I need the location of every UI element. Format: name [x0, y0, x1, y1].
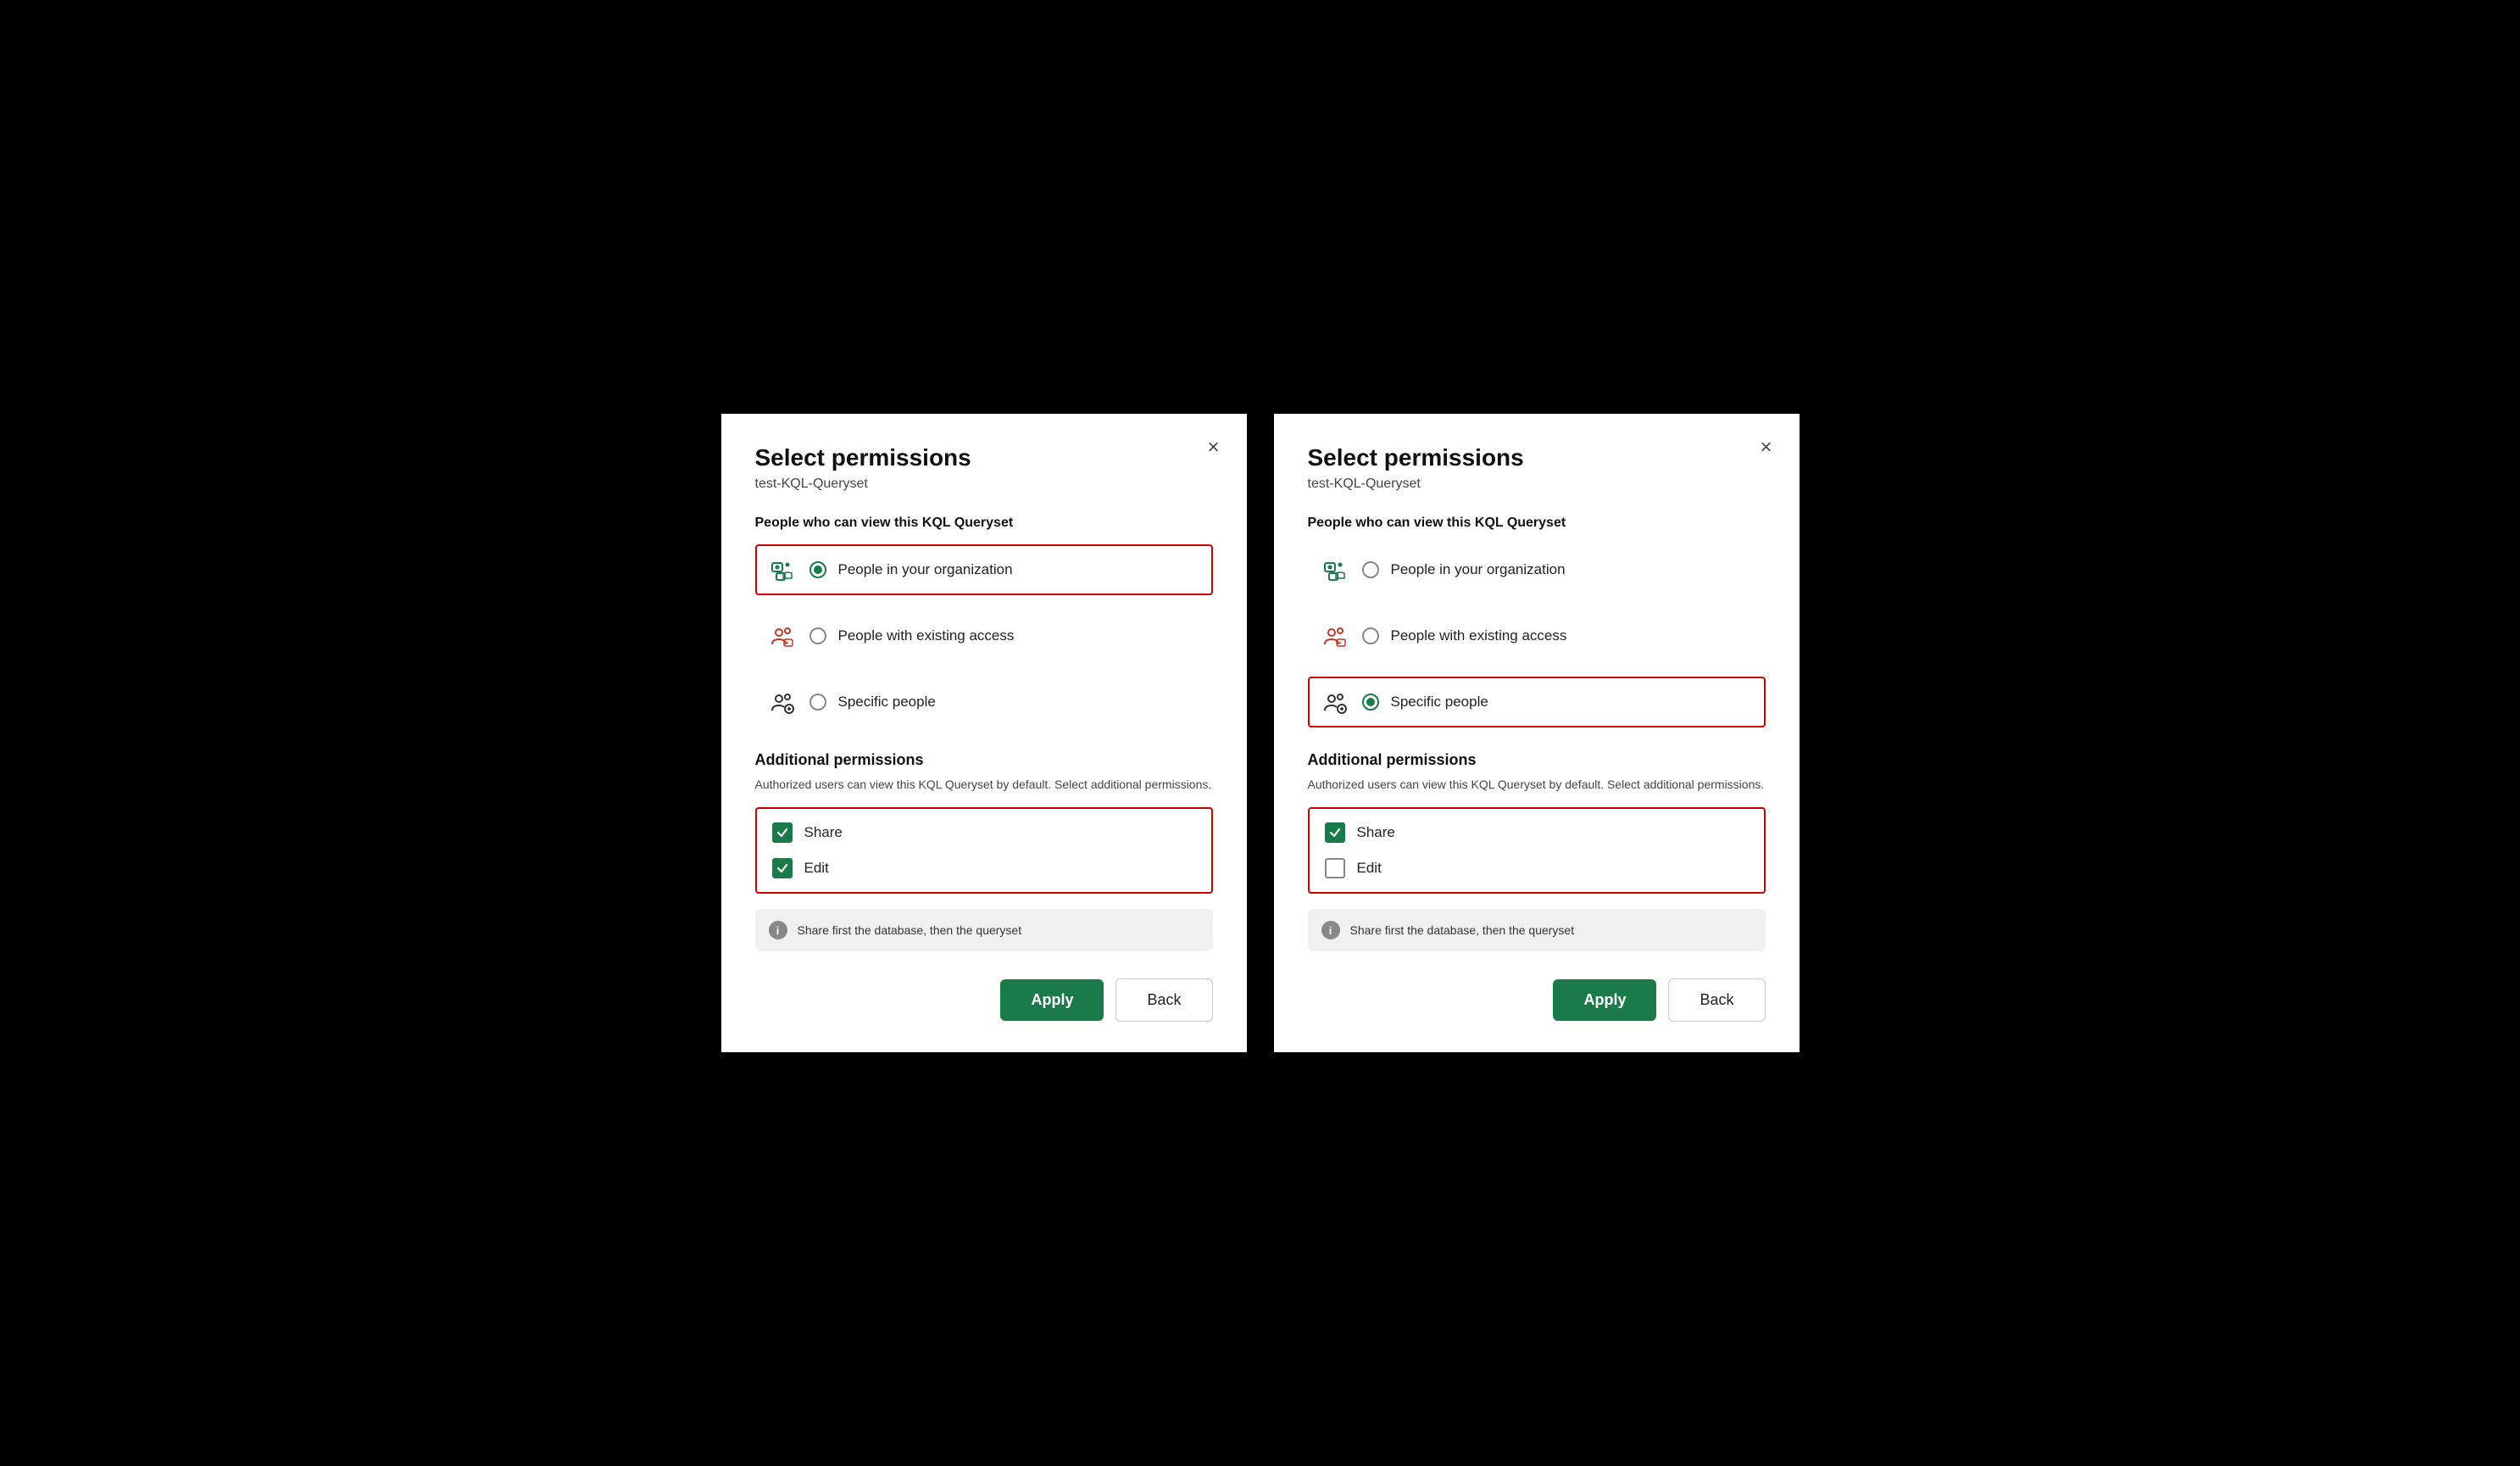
button-row-right: Apply Back: [1308, 978, 1766, 1022]
additional-title-right: Additional permissions: [1308, 751, 1766, 769]
option-specific-left[interactable]: Specific people: [755, 677, 1213, 727]
specific-icon-left: [767, 687, 798, 717]
checkbox-share-left[interactable]: Share: [772, 822, 1196, 843]
view-section-label-left: People who can view this KQL Queryset: [755, 516, 1213, 531]
checkbox-edit-left[interactable]: Edit: [772, 858, 1196, 878]
checkbox-share-label-left: Share: [804, 824, 843, 841]
back-button-left[interactable]: Back: [1115, 978, 1212, 1022]
apply-button-left[interactable]: Apply: [1000, 979, 1104, 1021]
info-icon-right: i: [1321, 921, 1340, 939]
view-section-label-right: People who can view this KQL Queryset: [1308, 516, 1766, 531]
info-text-left: Share first the database, then the query…: [798, 923, 1022, 937]
specific-icon-right: [1320, 687, 1350, 717]
existing-icon-right: [1320, 621, 1350, 651]
close-button-left[interactable]: ×: [1207, 438, 1219, 458]
radio-org-left[interactable]: [809, 561, 826, 578]
radio-specific-right[interactable]: [1362, 694, 1379, 711]
additional-section-right: Additional permissions Authorized users …: [1308, 751, 1766, 894]
option-org-label-left: People in your organization: [838, 561, 1013, 578]
checkbox-share-right[interactable]: Share: [1325, 822, 1749, 843]
checkbox-share-label-right: Share: [1357, 824, 1395, 841]
checkbox-edit-right[interactable]: Edit: [1325, 858, 1749, 878]
option-existing-label-left: People with existing access: [838, 627, 1015, 644]
checkbox-group-right: Share Edit: [1308, 807, 1766, 894]
radio-existing-left[interactable]: [809, 627, 826, 644]
option-existing-left[interactable]: People with existing access: [755, 610, 1213, 661]
info-icon-left: i: [769, 921, 787, 939]
close-button-right[interactable]: ×: [1760, 438, 1772, 458]
divider: [1247, 0, 1274, 1466]
panel-left: × Select permissions test-KQL-Queryset P…: [721, 414, 1247, 1052]
checkbox-share-box-left[interactable]: [772, 822, 793, 843]
panel-left-subtitle: test-KQL-Queryset: [755, 477, 1213, 492]
existing-icon-left: [767, 621, 798, 651]
panel-left-title: Select permissions: [755, 444, 1213, 471]
additional-section-left: Additional permissions Authorized users …: [755, 751, 1213, 894]
additional-title-left: Additional permissions: [755, 751, 1213, 769]
info-text-right: Share first the database, then the query…: [1350, 923, 1575, 937]
checkbox-edit-label-left: Edit: [804, 860, 829, 877]
panel-right-title: Select permissions: [1308, 444, 1766, 471]
option-existing-right[interactable]: People with existing access: [1308, 610, 1766, 661]
additional-desc-right: Authorized users can view this KQL Query…: [1308, 776, 1766, 794]
checkbox-group-left: Share Edit: [755, 807, 1213, 894]
option-org-left[interactable]: People in your organization: [755, 544, 1213, 595]
org-icon-left: [767, 555, 798, 585]
info-bar-left: i Share first the database, then the que…: [755, 909, 1213, 951]
org-icon-right: [1320, 555, 1350, 585]
checkbox-edit-box-right[interactable]: [1325, 858, 1345, 878]
checkbox-share-box-right[interactable]: [1325, 822, 1345, 843]
option-specific-label-right: Specific people: [1391, 694, 1488, 711]
radio-org-right[interactable]: [1362, 561, 1379, 578]
back-button-right[interactable]: Back: [1668, 978, 1765, 1022]
option-org-right[interactable]: People in your organization: [1308, 544, 1766, 595]
panel-right: × Select permissions test-KQL-Queryset P…: [1274, 414, 1800, 1052]
option-existing-label-right: People with existing access: [1391, 627, 1567, 644]
panel-right-subtitle: test-KQL-Queryset: [1308, 477, 1766, 492]
additional-desc-left: Authorized users can view this KQL Query…: [755, 776, 1213, 794]
info-bar-right: i Share first the database, then the que…: [1308, 909, 1766, 951]
option-specific-label-left: Specific people: [838, 694, 936, 711]
apply-button-right[interactable]: Apply: [1553, 979, 1656, 1021]
button-row-left: Apply Back: [755, 978, 1213, 1022]
radio-existing-right[interactable]: [1362, 627, 1379, 644]
radio-specific-left[interactable]: [809, 694, 826, 711]
checkbox-edit-label-right: Edit: [1357, 860, 1382, 877]
option-specific-right[interactable]: Specific people: [1308, 677, 1766, 727]
option-org-label-right: People in your organization: [1391, 561, 1566, 578]
checkbox-edit-box-left[interactable]: [772, 858, 793, 878]
